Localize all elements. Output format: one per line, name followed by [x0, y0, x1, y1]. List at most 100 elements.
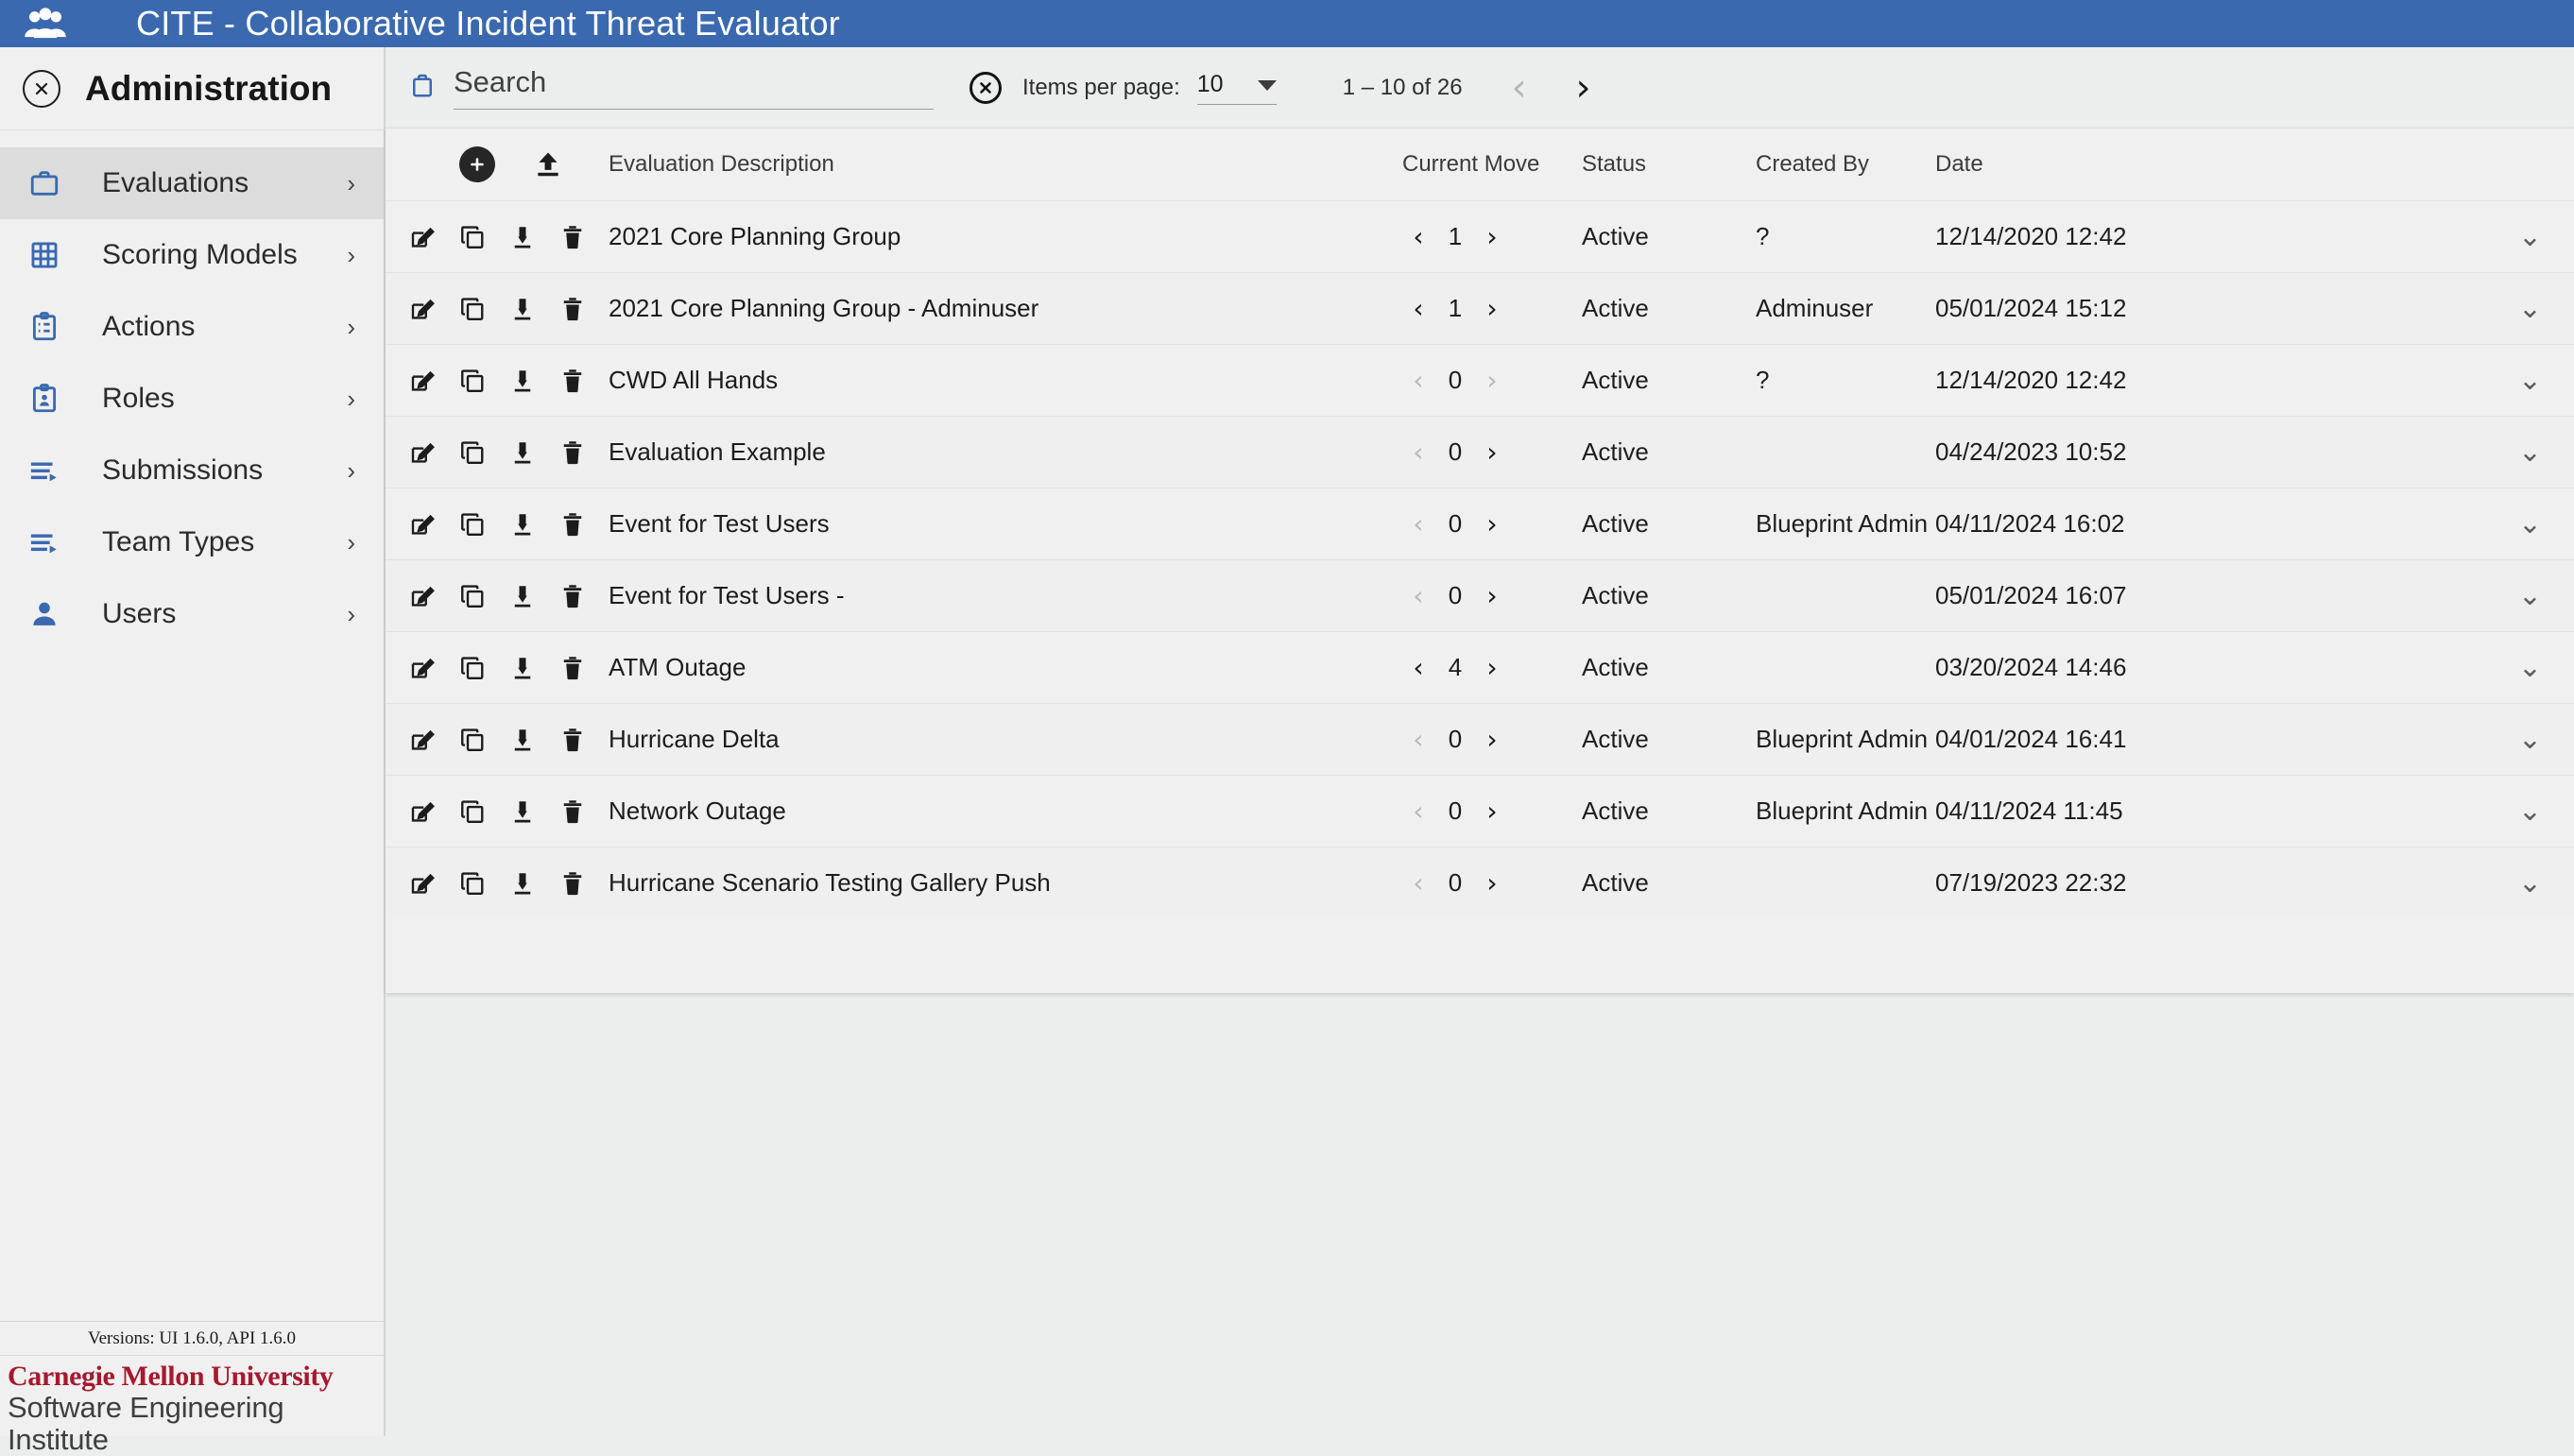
delete-icon[interactable] — [558, 654, 609, 682]
move-prev-button[interactable]: ‹ — [1402, 867, 1434, 899]
items-per-page-select[interactable]: 10 — [1197, 71, 1277, 105]
table-row[interactable]: Event for Test Users -‹0›Active05/01/202… — [386, 559, 2574, 631]
pagination-prev-button[interactable]: ‹ — [1512, 69, 1527, 107]
close-circle-icon[interactable] — [23, 70, 60, 108]
edit-icon[interactable] — [408, 295, 458, 323]
move-prev-button[interactable]: ‹ — [1402, 652, 1434, 683]
edit-icon[interactable] — [408, 582, 458, 610]
pagination-next-button[interactable]: › — [1576, 69, 1591, 107]
row-expand-button[interactable]: ⌄ — [2275, 220, 2574, 253]
delete-icon[interactable] — [558, 726, 609, 754]
row-expand-button[interactable]: ⌄ — [2275, 866, 2574, 899]
delete-icon[interactable] — [558, 869, 609, 898]
row-expand-button[interactable]: ⌄ — [2275, 579, 2574, 612]
row-expand-button[interactable]: ⌄ — [2275, 507, 2574, 540]
move-next-button[interactable]: › — [1476, 508, 1508, 540]
download-icon[interactable] — [508, 510, 558, 539]
download-icon[interactable] — [508, 438, 558, 467]
table-row[interactable]: Evaluation Example‹0›Active04/24/2023 10… — [386, 416, 2574, 488]
delete-icon[interactable] — [558, 223, 609, 251]
cmu-sei-logo: Carnegie Mellon University Software Engi… — [0, 1356, 384, 1436]
table-row[interactable]: 2021 Core Planning Group‹1›Active?12/14/… — [386, 200, 2574, 272]
edit-icon[interactable] — [408, 726, 458, 754]
row-expand-button[interactable]: ⌄ — [2275, 651, 2574, 684]
table-row[interactable]: ATM Outage‹4›Active03/20/2024 14:46⌄ — [386, 631, 2574, 703]
edit-icon[interactable] — [408, 869, 458, 898]
sidebar-item-evaluations[interactable]: Evaluations › — [0, 147, 384, 219]
copy-icon[interactable] — [458, 654, 508, 682]
move-next-button[interactable]: › — [1476, 867, 1508, 899]
delete-icon[interactable] — [558, 510, 609, 539]
copy-icon[interactable] — [458, 438, 508, 467]
download-icon[interactable] — [508, 582, 558, 610]
move-prev-button[interactable]: ‹ — [1402, 580, 1434, 611]
download-icon[interactable] — [508, 223, 558, 251]
table-row[interactable]: CWD All Hands‹0›Active?12/14/2020 12:42⌄ — [386, 344, 2574, 416]
edit-icon[interactable] — [408, 223, 458, 251]
delete-icon[interactable] — [558, 295, 609, 323]
row-expand-button[interactable]: ⌄ — [2275, 364, 2574, 397]
move-next-button[interactable]: › — [1476, 293, 1508, 324]
edit-icon[interactable] — [408, 510, 458, 539]
move-prev-button[interactable]: ‹ — [1402, 437, 1434, 468]
move-next-button[interactable]: › — [1476, 796, 1508, 827]
sidebar-item-team-types[interactable]: Team Types › — [0, 506, 384, 578]
copy-icon[interactable] — [458, 869, 508, 898]
row-expand-button[interactable]: ⌄ — [2275, 292, 2574, 325]
move-prev-button[interactable]: ‹ — [1402, 365, 1434, 396]
move-prev-button[interactable]: ‹ — [1402, 508, 1434, 540]
move-prev-button[interactable]: ‹ — [1402, 796, 1434, 827]
move-next-button[interactable]: › — [1476, 437, 1508, 468]
copy-icon[interactable] — [458, 797, 508, 826]
chevron-down-icon: ⌄ — [2518, 651, 2542, 684]
chevron-down-icon: ⌄ — [2518, 507, 2542, 540]
sidebar-item-submissions[interactable]: Submissions › — [0, 435, 384, 506]
download-icon[interactable] — [508, 367, 558, 395]
edit-icon[interactable] — [408, 654, 458, 682]
sidebar-item-roles[interactable]: Roles › — [0, 363, 384, 435]
row-expand-button[interactable]: ⌄ — [2275, 795, 2574, 828]
search-input[interactable] — [454, 65, 934, 110]
delete-icon[interactable] — [558, 438, 609, 467]
copy-icon[interactable] — [458, 582, 508, 610]
table-row[interactable]: 2021 Core Planning Group - Adminuser‹1›A… — [386, 272, 2574, 344]
delete-icon[interactable] — [558, 367, 609, 395]
edit-icon[interactable] — [408, 367, 458, 395]
download-icon[interactable] — [508, 869, 558, 898]
sidebar-item-label: Actions — [102, 311, 347, 343]
copy-icon[interactable] — [458, 726, 508, 754]
move-next-button[interactable]: › — [1476, 652, 1508, 683]
upload-icon[interactable] — [533, 149, 563, 180]
download-icon[interactable] — [508, 654, 558, 682]
edit-icon[interactable] — [408, 797, 458, 826]
copy-icon[interactable] — [458, 367, 508, 395]
download-icon[interactable] — [508, 797, 558, 826]
sidebar-item-users[interactable]: Users › — [0, 578, 384, 650]
table-row[interactable]: Hurricane Scenario Testing Gallery Push‹… — [386, 847, 2574, 918]
copy-icon[interactable] — [458, 295, 508, 323]
download-icon[interactable] — [508, 726, 558, 754]
table-row[interactable]: Hurricane Delta‹0›ActiveBlueprint Admin0… — [386, 703, 2574, 775]
edit-icon[interactable] — [408, 438, 458, 467]
move-prev-button[interactable]: ‹ — [1402, 293, 1434, 324]
sidebar-item-actions[interactable]: Actions › — [0, 291, 384, 363]
delete-icon[interactable] — [558, 797, 609, 826]
table-row[interactable]: Network Outage‹0›ActiveBlueprint Admin04… — [386, 775, 2574, 847]
clear-search-button[interactable] — [970, 72, 1002, 104]
row-expand-button[interactable]: ⌄ — [2275, 436, 2574, 469]
copy-icon[interactable] — [458, 223, 508, 251]
move-next-button[interactable]: › — [1476, 724, 1508, 755]
move-next-button[interactable]: › — [1476, 580, 1508, 611]
move-prev-button[interactable]: ‹ — [1402, 221, 1434, 252]
download-icon[interactable] — [508, 295, 558, 323]
delete-icon[interactable] — [558, 582, 609, 610]
move-next-button[interactable]: › — [1476, 221, 1508, 252]
move-next-button[interactable]: › — [1476, 365, 1508, 396]
move-prev-button[interactable]: ‹ — [1402, 724, 1434, 755]
add-circle-icon[interactable] — [459, 146, 495, 182]
copy-icon[interactable] — [458, 510, 508, 539]
row-expand-button[interactable]: ⌄ — [2275, 723, 2574, 756]
sidebar-item-scoring-models[interactable]: Scoring Models › — [0, 219, 384, 291]
table-row[interactable]: Event for Test Users‹0›ActiveBlueprint A… — [386, 488, 2574, 559]
chevron-right-icon: › — [347, 169, 355, 198]
